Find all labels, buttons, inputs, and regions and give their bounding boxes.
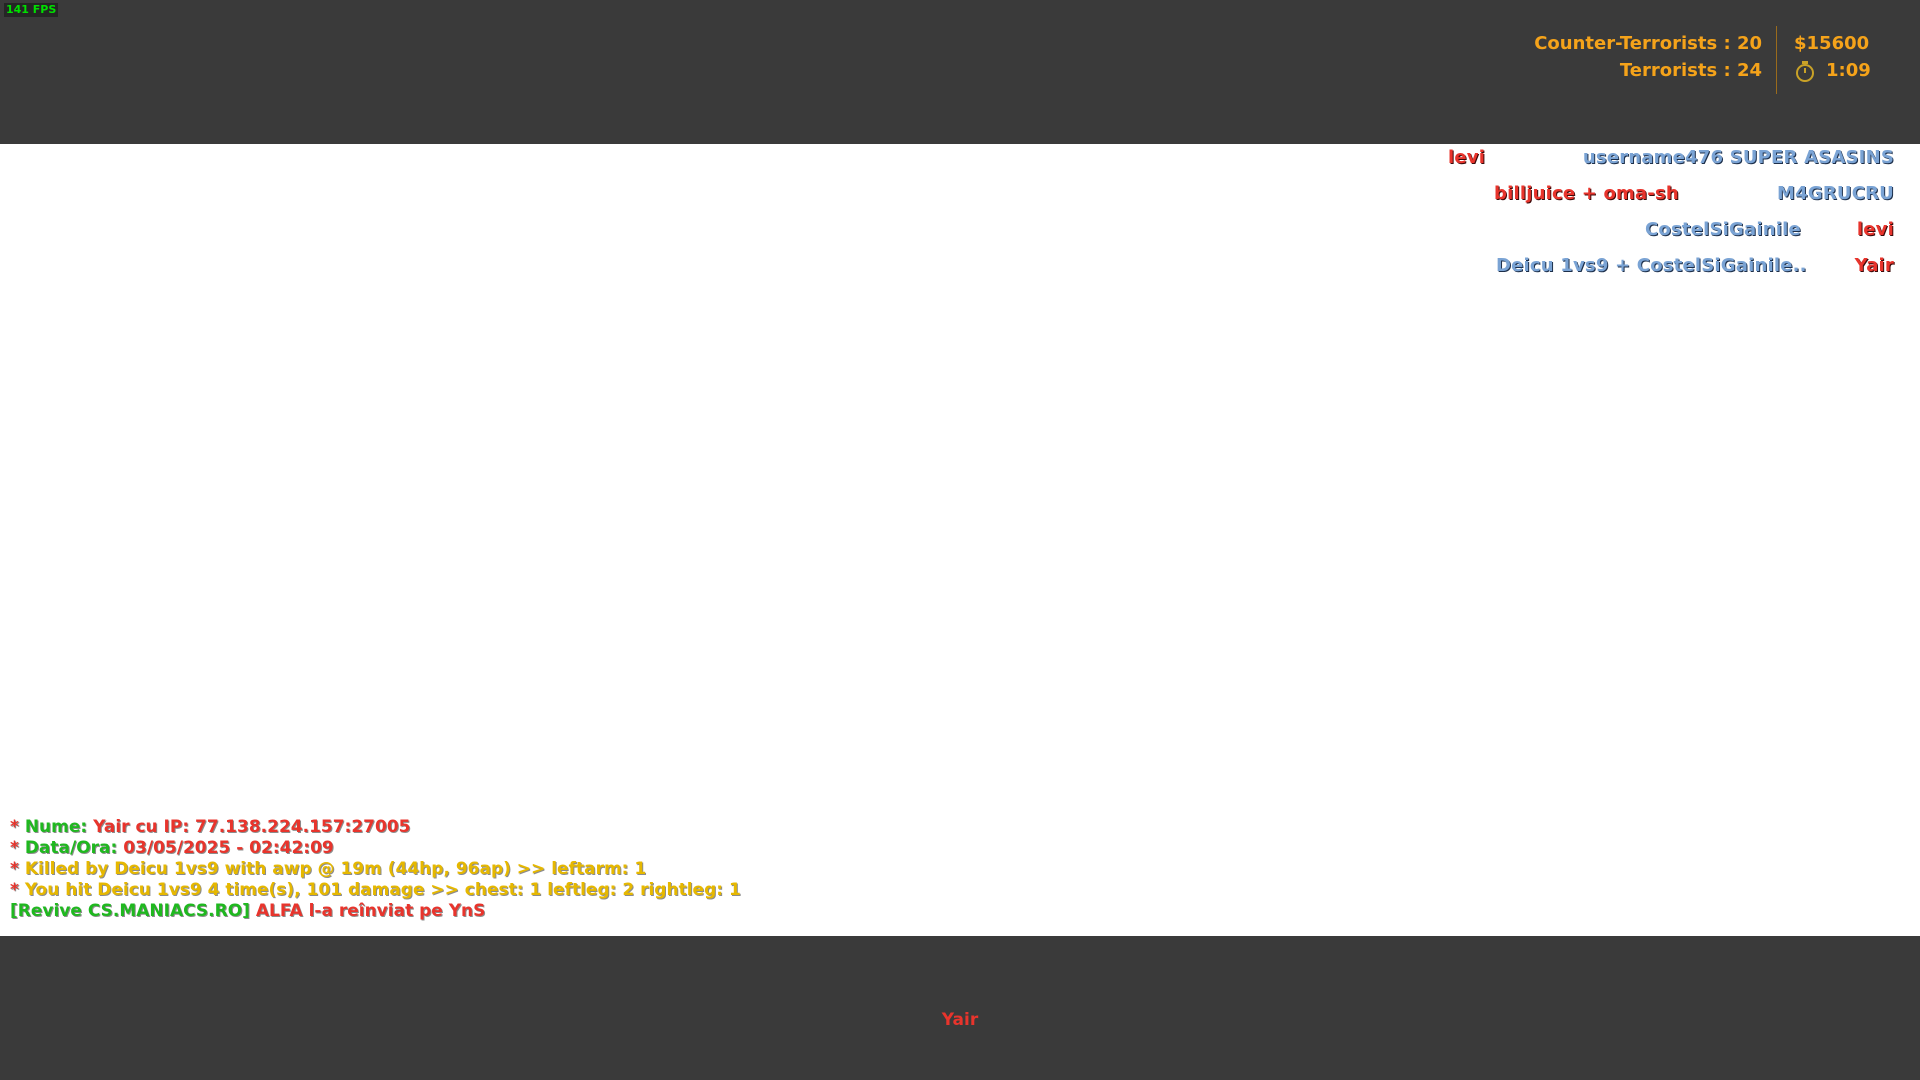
team-score-panel: Counter-Terrorists : 20 Terrorists : 24 bbox=[1534, 30, 1762, 84]
round-timer: 1:09 bbox=[1826, 60, 1871, 81]
money-timer-panel: $15600 1:09 bbox=[1794, 30, 1871, 84]
victim-name: M4GRUCRU bbox=[1777, 183, 1894, 204]
timer-row: 1:09 bbox=[1794, 57, 1871, 84]
killer-name: CostelSiGainile bbox=[1645, 219, 1801, 240]
chat-line: * Nume: Yair cu IP: 77.138.224.157:27005 bbox=[10, 817, 411, 837]
chat-log: * Nume: Yair cu IP: 77.138.224.157:27005… bbox=[10, 817, 741, 922]
ct-label: Counter-Terrorists bbox=[1534, 33, 1718, 54]
chat-line: * Killed by Deicu 1vs9 with awp @ 19m (4… bbox=[10, 859, 647, 879]
victim-name: levi bbox=[1856, 219, 1894, 240]
killer-name: levi bbox=[1448, 147, 1486, 168]
hud-bottom-bar bbox=[0, 936, 1920, 1080]
t-label: Terrorists bbox=[1619, 60, 1718, 81]
t-score: 24 bbox=[1736, 60, 1762, 81]
chat-line: * You hit Deicu 1vs9 4 time(s), 101 dama… bbox=[10, 880, 741, 900]
killer-name: Deicu 1vs9 + CostelSiGainile.. bbox=[1496, 255, 1807, 276]
victim-name: Yair bbox=[1854, 255, 1894, 276]
killfeed-row: CostelSiGainile levi bbox=[0, 216, 1894, 244]
ct-score-row: Counter-Terrorists : 20 bbox=[1534, 33, 1762, 54]
ct-score: 20 bbox=[1736, 33, 1762, 54]
spectated-player-name: Yair bbox=[941, 1010, 979, 1030]
killfeed-row: levi username476 SUPER ASASINS bbox=[0, 144, 1894, 172]
money-display: $15600 bbox=[1794, 33, 1870, 54]
fps-counter: 141 FPS bbox=[4, 3, 59, 17]
killfeed-row: billjuice + oma-sh M4GRUCRU bbox=[0, 180, 1894, 208]
chat-line: * Data/Ora: 03/05/2025 - 02:42:09 bbox=[10, 838, 334, 858]
killfeed-row: Deicu 1vs9 + CostelSiGainile.. Yair bbox=[0, 252, 1894, 280]
t-score-row: Terrorists : 24 bbox=[1619, 60, 1762, 81]
chat-line: [Revive CS.MANIACS.RO] ALFA l-a reînviat… bbox=[10, 901, 486, 921]
hud-divider bbox=[1776, 26, 1777, 94]
victim-name: username476 SUPER ASASINS bbox=[1582, 147, 1894, 168]
killer-name: billjuice + oma-sh bbox=[1494, 183, 1679, 204]
stopwatch-icon bbox=[1796, 60, 1814, 82]
